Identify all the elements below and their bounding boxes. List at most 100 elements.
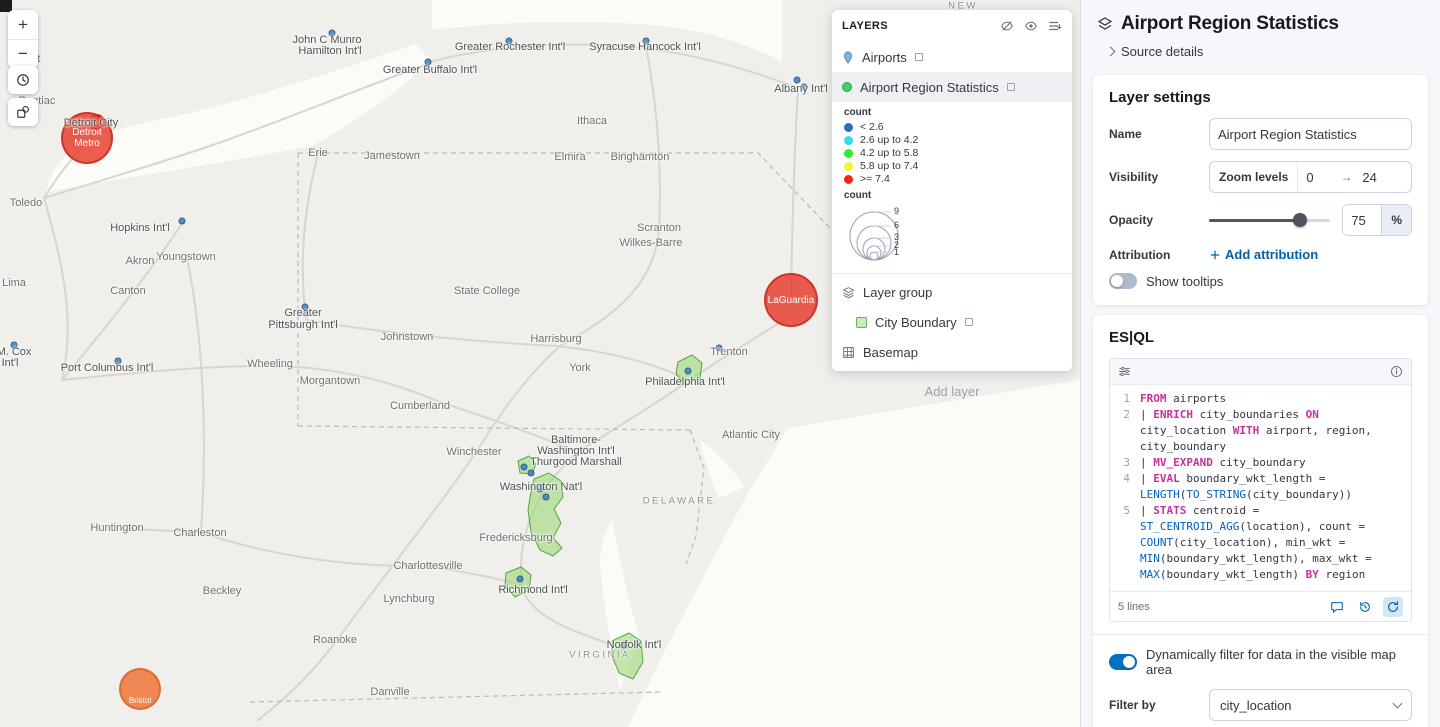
airport-point-marker[interactable]: [527, 469, 535, 477]
layer-legend: count < 2.6 2.6 up to 4.2 4.2 up to 5.8 5.8…: [832, 107, 1072, 270]
timeslider-button[interactable]: [8, 66, 38, 94]
airport-point-marker[interactable]: [178, 217, 186, 225]
slider-thumb[interactable]: [1292, 213, 1307, 227]
zoom-min-input[interactable]: [1298, 169, 1339, 185]
hide-all-layers-icon[interactable]: [1000, 19, 1014, 33]
legend-size-field-label: count: [844, 190, 872, 201]
legend-class-row: >= 7.4: [844, 173, 1060, 185]
layer-item-airport-region-statistics[interactable]: Airport Region Statistics: [832, 72, 1072, 102]
cluster-marker[interactable]: LaGuardia: [764, 273, 818, 327]
source-details-accordion[interactable]: Source details: [1105, 44, 1204, 59]
opacity-label: Opacity: [1109, 213, 1154, 227]
layer-item-basemap[interactable]: Basemap: [832, 337, 1072, 367]
query-history-button[interactable]: [1355, 597, 1375, 617]
legend-size-value: 6: [894, 220, 900, 230]
layers-panel-header: LAYERS: [832, 10, 1072, 42]
layer-group-item[interactable]: Layer group: [832, 277, 1072, 307]
kibana-maps-app: Detroit MetroLaGuardiaBristol FlintPonti…: [0, 0, 1440, 727]
layer-settings-flyout: Airport Region Statistics Source details…: [1080, 0, 1440, 727]
airport-point-marker[interactable]: [620, 641, 628, 649]
airport-point-marker[interactable]: [516, 575, 524, 583]
map-canvas[interactable]: Detroit MetroLaGuardiaBristol FlintPonti…: [0, 0, 1080, 727]
airport-point-marker[interactable]: [642, 37, 650, 45]
show-all-layers-icon[interactable]: [1024, 19, 1038, 33]
cluster-label: Detroit Metro: [72, 127, 102, 149]
airport-point-marker[interactable]: [114, 357, 122, 365]
legend-class-row: < 2.6: [844, 121, 1060, 133]
esql-code-line: 3 | MV_EXPAND city_boundary: [1123, 456, 1306, 469]
airport-point-marker[interactable]: [10, 341, 18, 349]
layer-group-icon: [842, 286, 855, 298]
show-tooltips-toggle[interactable]: [1109, 273, 1137, 289]
atlantic-ocean: [628, 380, 1080, 727]
clock-icon: [17, 74, 29, 86]
legend-size-circles: 96321: [844, 204, 1060, 264]
dynamic-filter-toggle[interactable]: [1109, 654, 1137, 670]
opacity-slider[interactable]: [1209, 213, 1331, 227]
airport-point-marker[interactable]: [684, 367, 692, 375]
legend-class-label: 2.6 up to 4.2: [860, 134, 919, 146]
airport-point-marker[interactable]: [424, 58, 432, 66]
circle-layer-icon: [842, 82, 852, 92]
arrow-right-icon: →: [1340, 170, 1353, 184]
airport-point-marker[interactable]: [542, 493, 550, 501]
zoom-out-button[interactable]: −: [8, 39, 38, 68]
esql-code-line: 2 | ENRICH city_boundaries ON city_locati…: [1123, 408, 1379, 453]
airport-point-marker[interactable]: [793, 76, 801, 84]
add-attribution-button[interactable]: Add attribution: [1209, 247, 1318, 262]
editor-settings-icon[interactable]: [1118, 365, 1131, 378]
source-details-label: Source details: [1121, 44, 1204, 59]
layer-name: Airport Region Statistics: [860, 79, 999, 95]
legend-class-row: 5.8 up to 7.4: [844, 160, 1060, 172]
layer-name: Airports: [862, 49, 907, 65]
run-query-button[interactable]: [1383, 596, 1403, 617]
refresh-icon: [1388, 600, 1398, 612]
reorder-layers-icon[interactable]: [1048, 19, 1062, 33]
legend-class-label: 5.8 up to 7.4: [860, 160, 919, 172]
city-boundary-polygons: [504, 354, 703, 680]
airport-point-marker[interactable]: [505, 37, 513, 45]
airport-point-marker[interactable]: [301, 303, 309, 311]
esql-editor: 1 FROM airports 2 | ENRICH city_boundaries …: [1109, 358, 1412, 622]
airport-point-marker[interactable]: [715, 344, 723, 352]
attribution-label: Attribution: [1109, 247, 1171, 262]
layer-name: City Boundary: [875, 314, 957, 330]
feedback-button[interactable]: [1327, 597, 1347, 617]
layer-item-airports[interactable]: Airports: [832, 42, 1072, 72]
layer-item-city-boundary[interactable]: City Boundary: [832, 307, 1072, 337]
filter-by-row: Filter by city_location: [1109, 689, 1412, 721]
layer-name-input[interactable]: [1209, 118, 1412, 150]
filter-by-select[interactable]: city_location: [1209, 689, 1412, 721]
opacity-value-input[interactable]: [1343, 205, 1382, 235]
name-label: Name: [1109, 127, 1142, 141]
basemap-label: Basemap: [863, 344, 918, 360]
add-layer-button[interactable]: Add layer: [898, 383, 1006, 400]
cluster-marker[interactable]: Bristol: [119, 668, 161, 710]
basemap-grid-icon: [843, 346, 854, 358]
airport-point-marker[interactable]: [520, 463, 528, 471]
legend-field-label: count: [844, 107, 872, 118]
delaware-bay: [700, 440, 744, 498]
airport-point-marker[interactable]: [800, 83, 808, 91]
layer-marker-box: [1006, 83, 1015, 91]
map-tools-button[interactable]: [8, 98, 38, 126]
chevron-down-icon: [1392, 698, 1403, 709]
polygon-layer-icon: [856, 316, 867, 328]
esql-code-line: 1 FROM airports: [1123, 392, 1227, 405]
legend-size-values: 96321: [894, 204, 914, 262]
attribution-row: Attribution Add attribution: [1109, 247, 1412, 262]
zoom-max-input[interactable]: [1354, 169, 1395, 185]
dynamic-filter-label: Dynamically filter for data in the visib…: [1146, 647, 1396, 677]
info-icon[interactable]: [1390, 365, 1403, 378]
airport-point-marker[interactable]: [328, 29, 336, 37]
zoom-in-button[interactable]: +: [8, 10, 38, 39]
chevron-right-icon: [1105, 46, 1116, 57]
legend-color-dot: [844, 161, 853, 171]
legend-size-value: 9: [894, 206, 900, 216]
esql-code[interactable]: 1 FROM airports 2 | ENRICH city_boundaries …: [1110, 385, 1411, 591]
visibility-row: Visibility Zoom levels →: [1109, 161, 1412, 193]
airport-point-marker[interactable]: [536, 485, 544, 493]
flyout-title: Airport Region Statistics: [1121, 13, 1339, 34]
layers-panel-title: LAYERS: [842, 20, 889, 32]
cluster-marker[interactable]: Detroit Metro: [61, 112, 113, 164]
